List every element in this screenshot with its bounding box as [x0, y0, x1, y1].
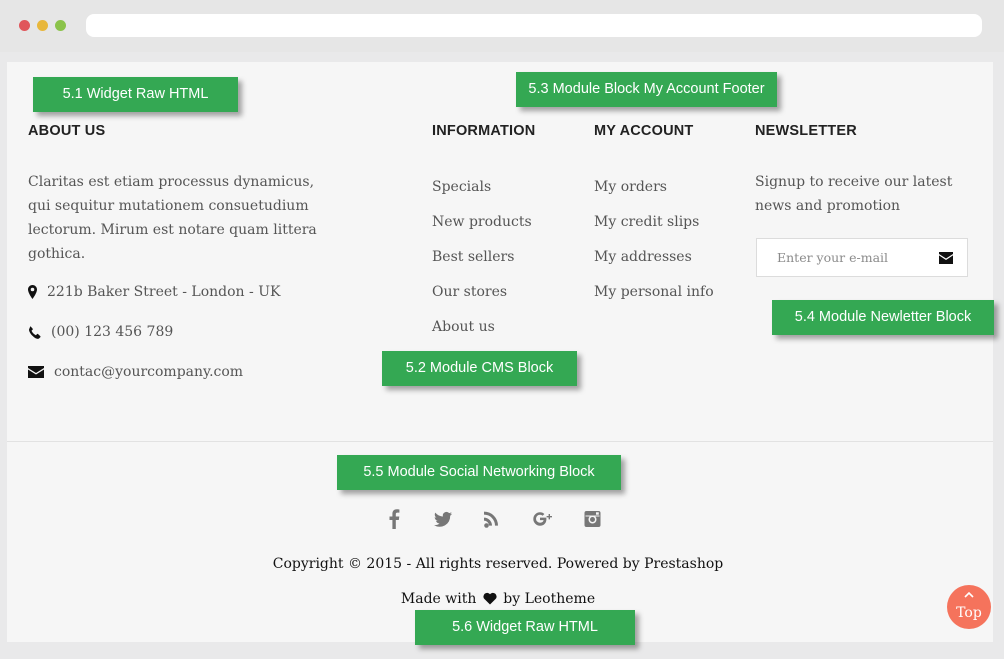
phone-icon	[29, 325, 41, 339]
info-link-about-us[interactable]: About us	[432, 315, 532, 350]
email-link[interactable]: contac@yourcompany.com	[54, 364, 243, 380]
made-with-line: Made with by Leotheme	[0, 591, 996, 607]
contact-phone: (00) 123 456 789	[28, 324, 173, 340]
newsletter-title: NEWSLETTER	[755, 123, 857, 139]
heart-icon	[483, 592, 497, 605]
info-link-new-products[interactable]: New products	[432, 210, 532, 245]
minimize-window-button[interactable]	[37, 20, 48, 31]
maximize-window-button[interactable]	[55, 20, 66, 31]
information-title: INFORMATION	[432, 123, 536, 139]
account-link-orders[interactable]: My orders	[594, 175, 714, 210]
contact-email: contac@yourcompany.com	[28, 364, 243, 380]
account-link-credit-slips[interactable]: My credit slips	[594, 210, 714, 245]
newsletter-email-input[interactable]	[757, 239, 932, 276]
back-to-top-button[interactable]: Top	[947, 585, 991, 629]
label-cms-block: 5.2 Module CMS Block	[382, 351, 577, 386]
label-widget-raw-html-2: 5.6 Widget Raw HTML	[415, 610, 635, 645]
envelope-icon[interactable]	[939, 252, 953, 264]
address-bar[interactable]	[86, 14, 982, 37]
info-link-our-stores[interactable]: Our stores	[432, 280, 532, 315]
browser-chrome	[0, 0, 1004, 52]
label-newsletter-block: 5.4 Module Newletter Block	[772, 300, 994, 335]
info-link-specials[interactable]: Specials	[432, 175, 532, 210]
google-plus-icon[interactable]	[533, 509, 553, 529]
chevron-up-icon	[964, 591, 974, 598]
account-links: My orders My credit slips My addresses M…	[594, 175, 714, 315]
address-text: 221b Baker Street - London - UK	[47, 284, 281, 300]
close-window-button[interactable]	[19, 20, 30, 31]
phone-text: (00) 123 456 789	[51, 324, 174, 340]
about-us-title: ABOUT US	[28, 123, 106, 139]
facebook-icon[interactable]	[388, 509, 400, 529]
my-account-title: MY ACCOUNT	[594, 123, 694, 139]
map-marker-icon	[28, 285, 37, 299]
info-link-best-sellers[interactable]: Best sellers	[432, 245, 532, 280]
newsletter-text: Signup to receive our latest news and pr…	[755, 174, 953, 214]
made-with-suffix: by Leotheme	[503, 591, 596, 607]
newsletter-form	[756, 238, 968, 277]
label-my-account-footer: 5.3 Module Block My Account Footer	[516, 72, 777, 107]
about-us-text: Claritas est etiam processus dynamicus, …	[28, 174, 317, 262]
account-link-personal-info[interactable]: My personal info	[594, 280, 714, 315]
label-widget-raw-html-1: 5.1 Widget Raw HTML	[33, 77, 238, 112]
account-link-addresses[interactable]: My addresses	[594, 245, 714, 280]
information-links: Specials New products Best sellers Our s…	[432, 175, 532, 350]
footer-divider	[7, 441, 993, 442]
instagram-icon[interactable]	[584, 509, 601, 529]
back-to-top-label: Top	[956, 605, 982, 621]
envelope-icon	[28, 366, 44, 378]
rss-icon[interactable]	[484, 509, 501, 529]
twitter-icon[interactable]	[433, 509, 453, 529]
made-with-prefix: Made with	[400, 591, 477, 607]
contact-address: 221b Baker Street - London - UK	[28, 284, 280, 300]
label-social-networking-block: 5.5 Module Social Networking Block	[337, 455, 621, 490]
copyright-text: Copyright © 2015 - All rights reserved. …	[272, 556, 724, 572]
